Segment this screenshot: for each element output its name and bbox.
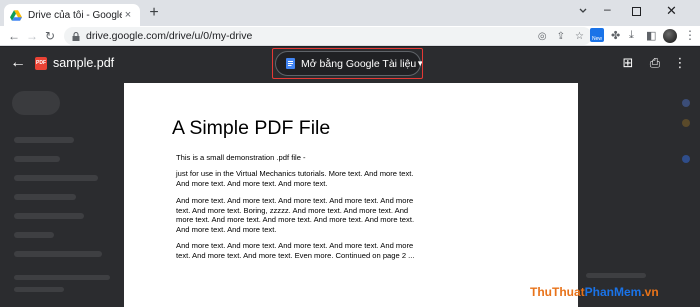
pdf-paragraph: just for use in the Virtual Mechanics tu…: [176, 169, 414, 188]
watermark-logo: ThuThuatPhanMem.vn: [530, 285, 659, 299]
forward-icon[interactable]: →: [24, 28, 40, 44]
watermark-part: .vn: [641, 285, 659, 299]
add-comment-icon[interactable]: ⊞: [620, 55, 636, 71]
side-panel-mark: [682, 99, 690, 107]
close-tab-icon[interactable]: ×: [122, 9, 134, 21]
details-text-dimmed: [586, 273, 646, 278]
print-icon[interactable]: ⎙: [647, 55, 663, 71]
bookmark-star-icon[interactable]: ☆: [575, 31, 584, 42]
browser-tab-strip: Drive của tôi - Google Drive × + – ✕: [0, 0, 700, 26]
extensions-puzzle-icon[interactable]: ✤: [611, 29, 620, 42]
side-panel-icon[interactable]: ◧: [646, 29, 656, 42]
sidebar-item-dimmed: [14, 137, 74, 143]
pdf-paragraph: This is a small demonstration .pdf file …: [176, 153, 306, 162]
watermark-part: ThuThuat: [530, 285, 585, 299]
side-panel-mark: [682, 155, 690, 163]
pdf-viewer-header: ← PDF sample.pdf Mở bằng Google Tài liệu…: [0, 47, 700, 79]
pdf-paragraph: And more text. And more text. And more t…: [176, 241, 415, 260]
new-tab-button[interactable]: +: [146, 5, 162, 21]
storage-text-dimmed: [14, 287, 64, 292]
back-icon[interactable]: ←: [6, 28, 22, 44]
sidebar-item-dimmed: [14, 251, 102, 257]
profile-avatar[interactable]: [663, 29, 677, 43]
side-panel-mark: [682, 119, 690, 127]
tab-search-icon[interactable]: [578, 6, 588, 16]
reload-icon[interactable]: ↻: [42, 28, 58, 44]
url-text[interactable]: drive.google.com/drive/u/0/my-drive: [86, 30, 528, 42]
new-button-dimmed: [12, 91, 60, 115]
sidebar-item-dimmed: [14, 232, 54, 238]
share-icon[interactable]: ⇪: [557, 31, 565, 42]
download-icon[interactable]: ⤓: [629, 29, 634, 42]
browser-tab[interactable]: Drive của tôi - Google Drive ×: [4, 4, 140, 26]
pdf-paragraph: And more text. And more text. And more t…: [176, 196, 415, 234]
lock-icon: [72, 31, 80, 41]
browser-toolbar: ← → ↻ drive.google.com/drive/u/0/my-driv…: [0, 26, 700, 46]
sidebar-item-dimmed: [14, 156, 60, 162]
pdf-page: A Simple PDF File This is a small demons…: [124, 83, 578, 307]
sidebar-item-dimmed: [14, 194, 76, 200]
back-arrow-icon[interactable]: ←: [10, 55, 26, 71]
pdf-title: A Simple PDF File: [172, 117, 331, 139]
watermark-part: PhanMem: [584, 285, 642, 299]
highlight-box: [272, 48, 423, 79]
storage-text-dimmed: [14, 275, 110, 280]
file-name: sample.pdf: [53, 56, 115, 70]
sidebar-item-dimmed: [14, 213, 84, 219]
sidebar-item-dimmed: [14, 175, 98, 181]
tab-title: Drive của tôi - Google Drive: [28, 9, 122, 21]
address-bar[interactable]: drive.google.com/drive/u/0/my-drive ◎ ⇪ …: [64, 27, 592, 45]
maximize-window-icon[interactable]: [632, 7, 641, 16]
google-lens-icon[interactable]: ◎: [538, 31, 547, 42]
browser-menu-icon[interactable]: ⋮: [684, 28, 696, 42]
pdf-file-icon: PDF: [35, 57, 47, 70]
more-options-icon[interactable]: ⋮: [672, 55, 688, 71]
extension-new-icon[interactable]: New: [590, 28, 604, 42]
close-window-icon[interactable]: ✕: [666, 3, 677, 19]
minimize-window-icon[interactable]: –: [604, 2, 611, 16]
google-drive-icon: [10, 9, 22, 21]
